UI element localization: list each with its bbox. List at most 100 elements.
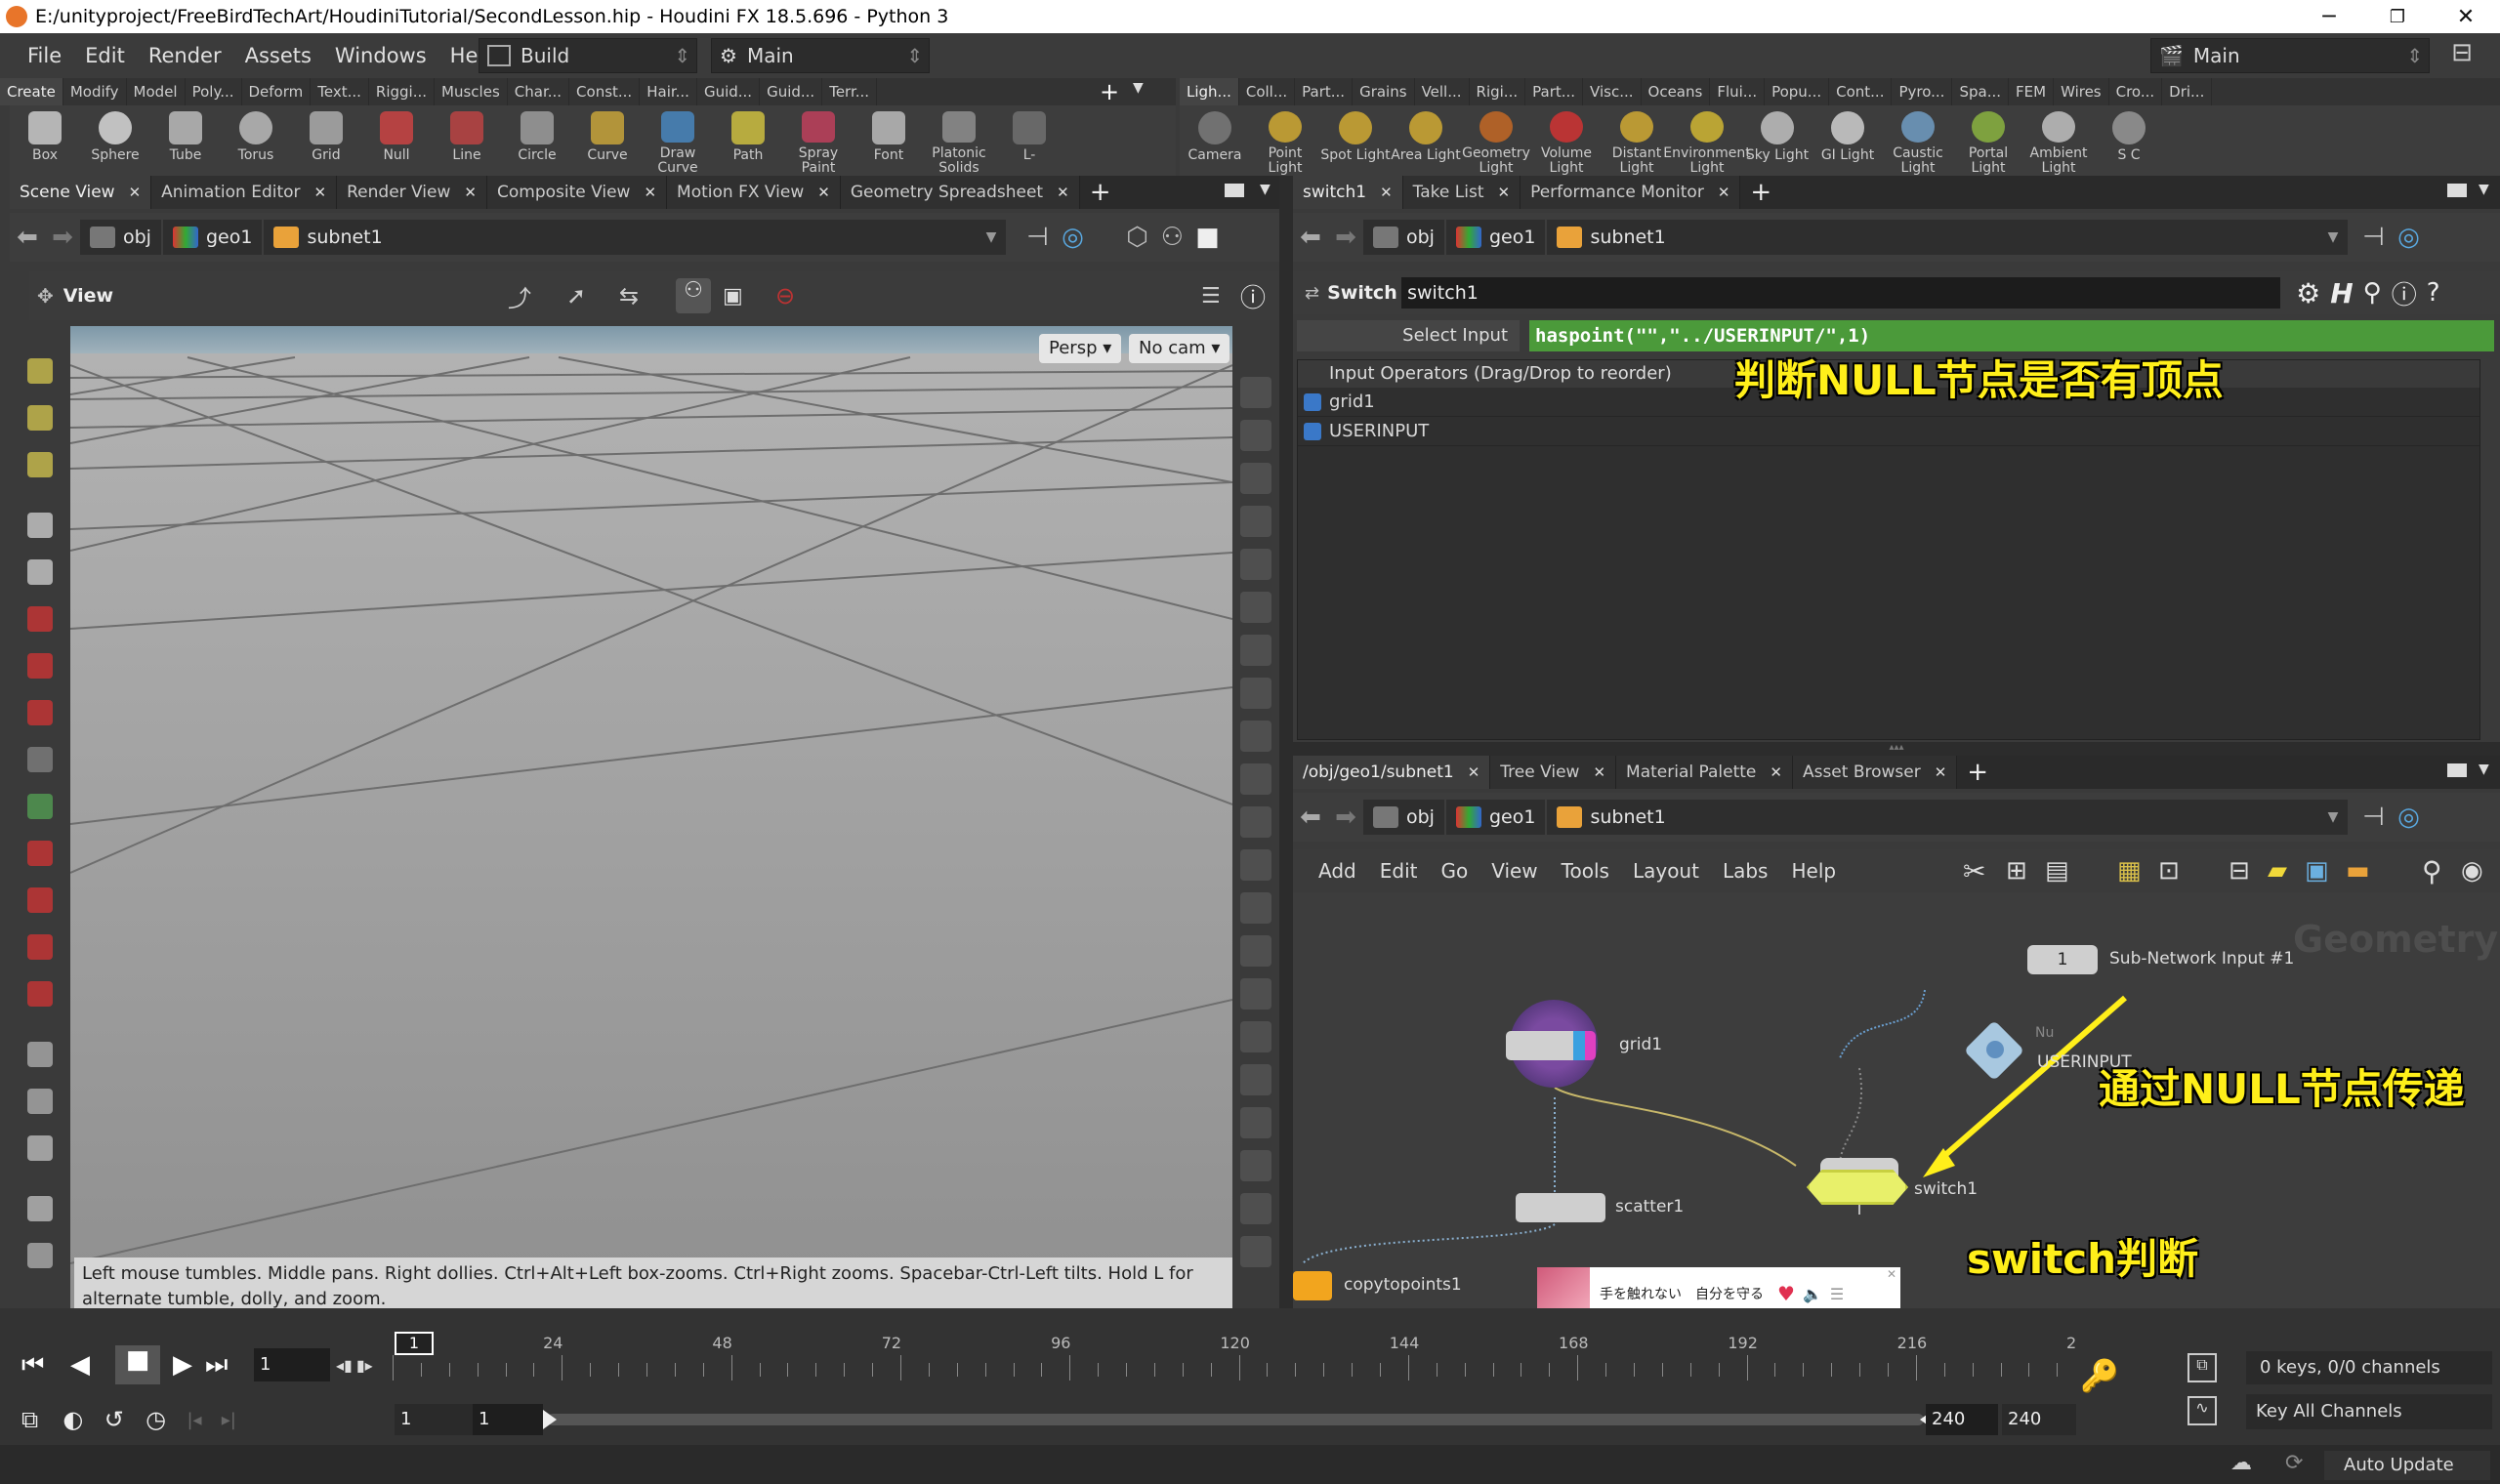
tab-tree-view[interactable]: Tree View ✕ bbox=[1490, 756, 1617, 789]
shelf-tool-camera[interactable]: Camera bbox=[1180, 105, 1250, 176]
grid-node[interactable] bbox=[1506, 1031, 1596, 1060]
corner-icon[interactable] bbox=[1240, 1150, 1271, 1181]
pane-maximize-icon[interactable] bbox=[1225, 184, 1244, 197]
stop-icon[interactable]: ■ bbox=[115, 1345, 160, 1384]
forward-icon[interactable]: ➡ bbox=[1328, 220, 1363, 255]
shelf-tool-spray-paint[interactable]: Spray Paint bbox=[783, 105, 854, 176]
eye-icon[interactable]: ◉ bbox=[2461, 856, 2483, 886]
display-options-icon[interactable]: ⚇ bbox=[1154, 220, 1189, 255]
shelf-tool-distant-light[interactable]: Distant Light bbox=[1602, 105, 1672, 176]
crumb-obj[interactable]: obj bbox=[80, 220, 161, 255]
close-tab-icon[interactable]: ✕ bbox=[1770, 763, 1782, 781]
network-menu-go[interactable]: Go bbox=[1429, 859, 1479, 883]
shelf-tab-guid[interactable]: Guid... bbox=[697, 78, 761, 105]
refresh-icon[interactable]: ⟳ bbox=[2285, 1451, 2303, 1475]
notes-tool[interactable] bbox=[21, 1189, 60, 1228]
viewport-3d[interactable]: Persp ▾ No cam ▾ bbox=[70, 326, 1232, 1320]
numbers-2-icon[interactable] bbox=[1240, 1107, 1271, 1138]
shelf-tool-torus[interactable]: Torus bbox=[221, 105, 291, 176]
shelf-tab-const[interactable]: Const... bbox=[569, 78, 641, 105]
playhead[interactable]: 1 bbox=[395, 1332, 434, 1355]
grid-view-icon[interactable]: ⊡ bbox=[2158, 856, 2180, 886]
tab-render-view[interactable]: Render View ✕ bbox=[337, 176, 487, 209]
key-all-channels-button[interactable]: Key All Channels bbox=[2246, 1394, 2492, 1429]
null-node[interactable] bbox=[1963, 1019, 2031, 1082]
jump-end-icon[interactable]: ⏭ bbox=[205, 1350, 254, 1381]
xray-icon[interactable] bbox=[1240, 506, 1271, 537]
palette-icon[interactable]: ▦ bbox=[2117, 856, 2142, 886]
link-icon[interactable]: ◎ bbox=[2391, 220, 2426, 255]
menu-edit[interactable]: Edit bbox=[73, 44, 137, 67]
shelf-tab-grains[interactable]: Grains bbox=[1353, 78, 1415, 105]
right-desktop-selector[interactable]: 🎬 Main ⇕ bbox=[2150, 38, 2430, 73]
range-start-icon[interactable]: |◂ bbox=[187, 1410, 221, 1430]
audio-icon[interactable]: ◐ bbox=[62, 1406, 104, 1433]
shelf-tab-pyro[interactable]: Pyro... bbox=[1892, 78, 1953, 105]
range-end-field[interactable]: 240 bbox=[2002, 1404, 2076, 1435]
graph-icon[interactable]: ∿ bbox=[2188, 1396, 2217, 1425]
camera-tool-icon[interactable]: ⚇ bbox=[676, 278, 711, 313]
transform-tool[interactable] bbox=[21, 445, 60, 484]
playback-end-field[interactable]: 240 bbox=[1926, 1404, 1998, 1435]
pin-icon[interactable]: ⊣ bbox=[2355, 800, 2391, 835]
forward-icon[interactable]: ➡ bbox=[1328, 800, 1363, 835]
close-tab-icon[interactable]: ✕ bbox=[1497, 184, 1510, 201]
settings-tool[interactable] bbox=[21, 1236, 60, 1275]
add-shelf-icon[interactable]: + bbox=[1100, 78, 1119, 105]
node-name-field[interactable]: switch1 bbox=[1401, 277, 2281, 309]
add-tab-icon[interactable]: + bbox=[1750, 178, 1771, 207]
background-icon[interactable]: ■ bbox=[1189, 220, 1225, 255]
playlist-icon[interactable]: ☰ bbox=[1830, 1285, 1844, 1303]
close-tab-icon[interactable]: ✕ bbox=[1468, 763, 1480, 781]
arrow-tool-icon[interactable]: ➚ bbox=[566, 282, 586, 309]
lock-icon[interactable] bbox=[1240, 463, 1271, 494]
pane-splitter[interactable]: ▴▴▴ bbox=[1293, 742, 2500, 756]
tools-icon[interactable]: ✂ bbox=[1963, 855, 1985, 887]
context-selector[interactable]: ⚙ Main ⇕ bbox=[711, 38, 930, 73]
shelf-tab-flui[interactable]: Flui... bbox=[1710, 78, 1766, 105]
texture-icon[interactable] bbox=[1240, 763, 1271, 795]
current-frame-field[interactable]: 1 bbox=[254, 1348, 330, 1381]
subnet-tool-icon[interactable]: ▬ bbox=[2346, 856, 2370, 886]
shelf-tool-geometry-light[interactable]: Geometry Light bbox=[1461, 105, 1531, 176]
tab-performance-monitor[interactable]: Performance Monitor ✕ bbox=[1521, 176, 1741, 209]
network-menu-layout[interactable]: Layout bbox=[1621, 859, 1711, 883]
shelf-tab-wires[interactable]: Wires bbox=[2054, 78, 2109, 105]
shelf-tab-cont[interactable]: Cont... bbox=[1829, 78, 1893, 105]
tab-obj-geo1-subnet1[interactable]: /obj/geo1/subnet1 ✕ bbox=[1293, 756, 1491, 789]
network-menu-add[interactable]: Add bbox=[1307, 859, 1368, 883]
headlight-icon[interactable] bbox=[1240, 678, 1271, 709]
shelf-tab-create[interactable]: Create bbox=[0, 78, 63, 105]
shelf-tab-guid[interactable]: Guid... bbox=[760, 78, 823, 105]
close-tab-icon[interactable]: ✕ bbox=[817, 184, 830, 201]
shelf-tab-ligh[interactable]: Ligh... bbox=[1180, 78, 1239, 105]
network-menu-view[interactable]: View bbox=[1479, 859, 1549, 883]
search-icon[interactable]: ⚲ bbox=[2422, 855, 2442, 887]
network-box-icon[interactable]: ⊟ bbox=[2229, 856, 2250, 886]
menu-file[interactable]: File bbox=[16, 44, 73, 67]
pane-menu-icon[interactable]: ▼ bbox=[1260, 182, 1271, 197]
close-tab-icon[interactable]: ✕ bbox=[464, 184, 477, 201]
pane-maximize-icon[interactable] bbox=[2447, 763, 2467, 777]
realtime-icon[interactable]: ⧉ bbox=[21, 1406, 62, 1433]
shelf-tab-modify[interactable]: Modify bbox=[63, 78, 127, 105]
list-scrollbar[interactable] bbox=[2480, 359, 2500, 740]
options-icon[interactable]: ☰ bbox=[1201, 284, 1221, 309]
select-tool-icon[interactable]: ⤴ bbox=[508, 279, 531, 313]
input-row[interactable]: USERINPUT✕ bbox=[1298, 417, 2500, 446]
wire-icon[interactable] bbox=[1240, 549, 1271, 580]
scale-handle-tool[interactable] bbox=[21, 398, 60, 437]
frame-icon[interactable]: ▣ bbox=[723, 284, 743, 309]
shelf-tool-platonic-solids[interactable]: Platonic Solids bbox=[924, 105, 994, 176]
close-tab-icon[interactable]: ✕ bbox=[1718, 184, 1730, 201]
close-tab-icon[interactable]: ✕ bbox=[1593, 763, 1605, 781]
pin-icon[interactable]: ⊟ bbox=[2438, 38, 2486, 73]
tab-composite-view[interactable]: Composite View ✕ bbox=[486, 176, 668, 209]
shelf-tool-gi-light[interactable]: GI Light bbox=[1812, 105, 1883, 176]
shelf-tab-spa[interactable]: Spa... bbox=[1952, 78, 2009, 105]
shelf-tool-sky-light[interactable]: Sky Light bbox=[1742, 105, 1812, 176]
jump-start-icon[interactable]: ⏮ bbox=[21, 1350, 70, 1381]
magnet-1-tool[interactable] bbox=[21, 834, 60, 873]
shelf-tab-model[interactable]: Model bbox=[127, 78, 186, 105]
range-slider[interactable] bbox=[547, 1414, 1924, 1425]
